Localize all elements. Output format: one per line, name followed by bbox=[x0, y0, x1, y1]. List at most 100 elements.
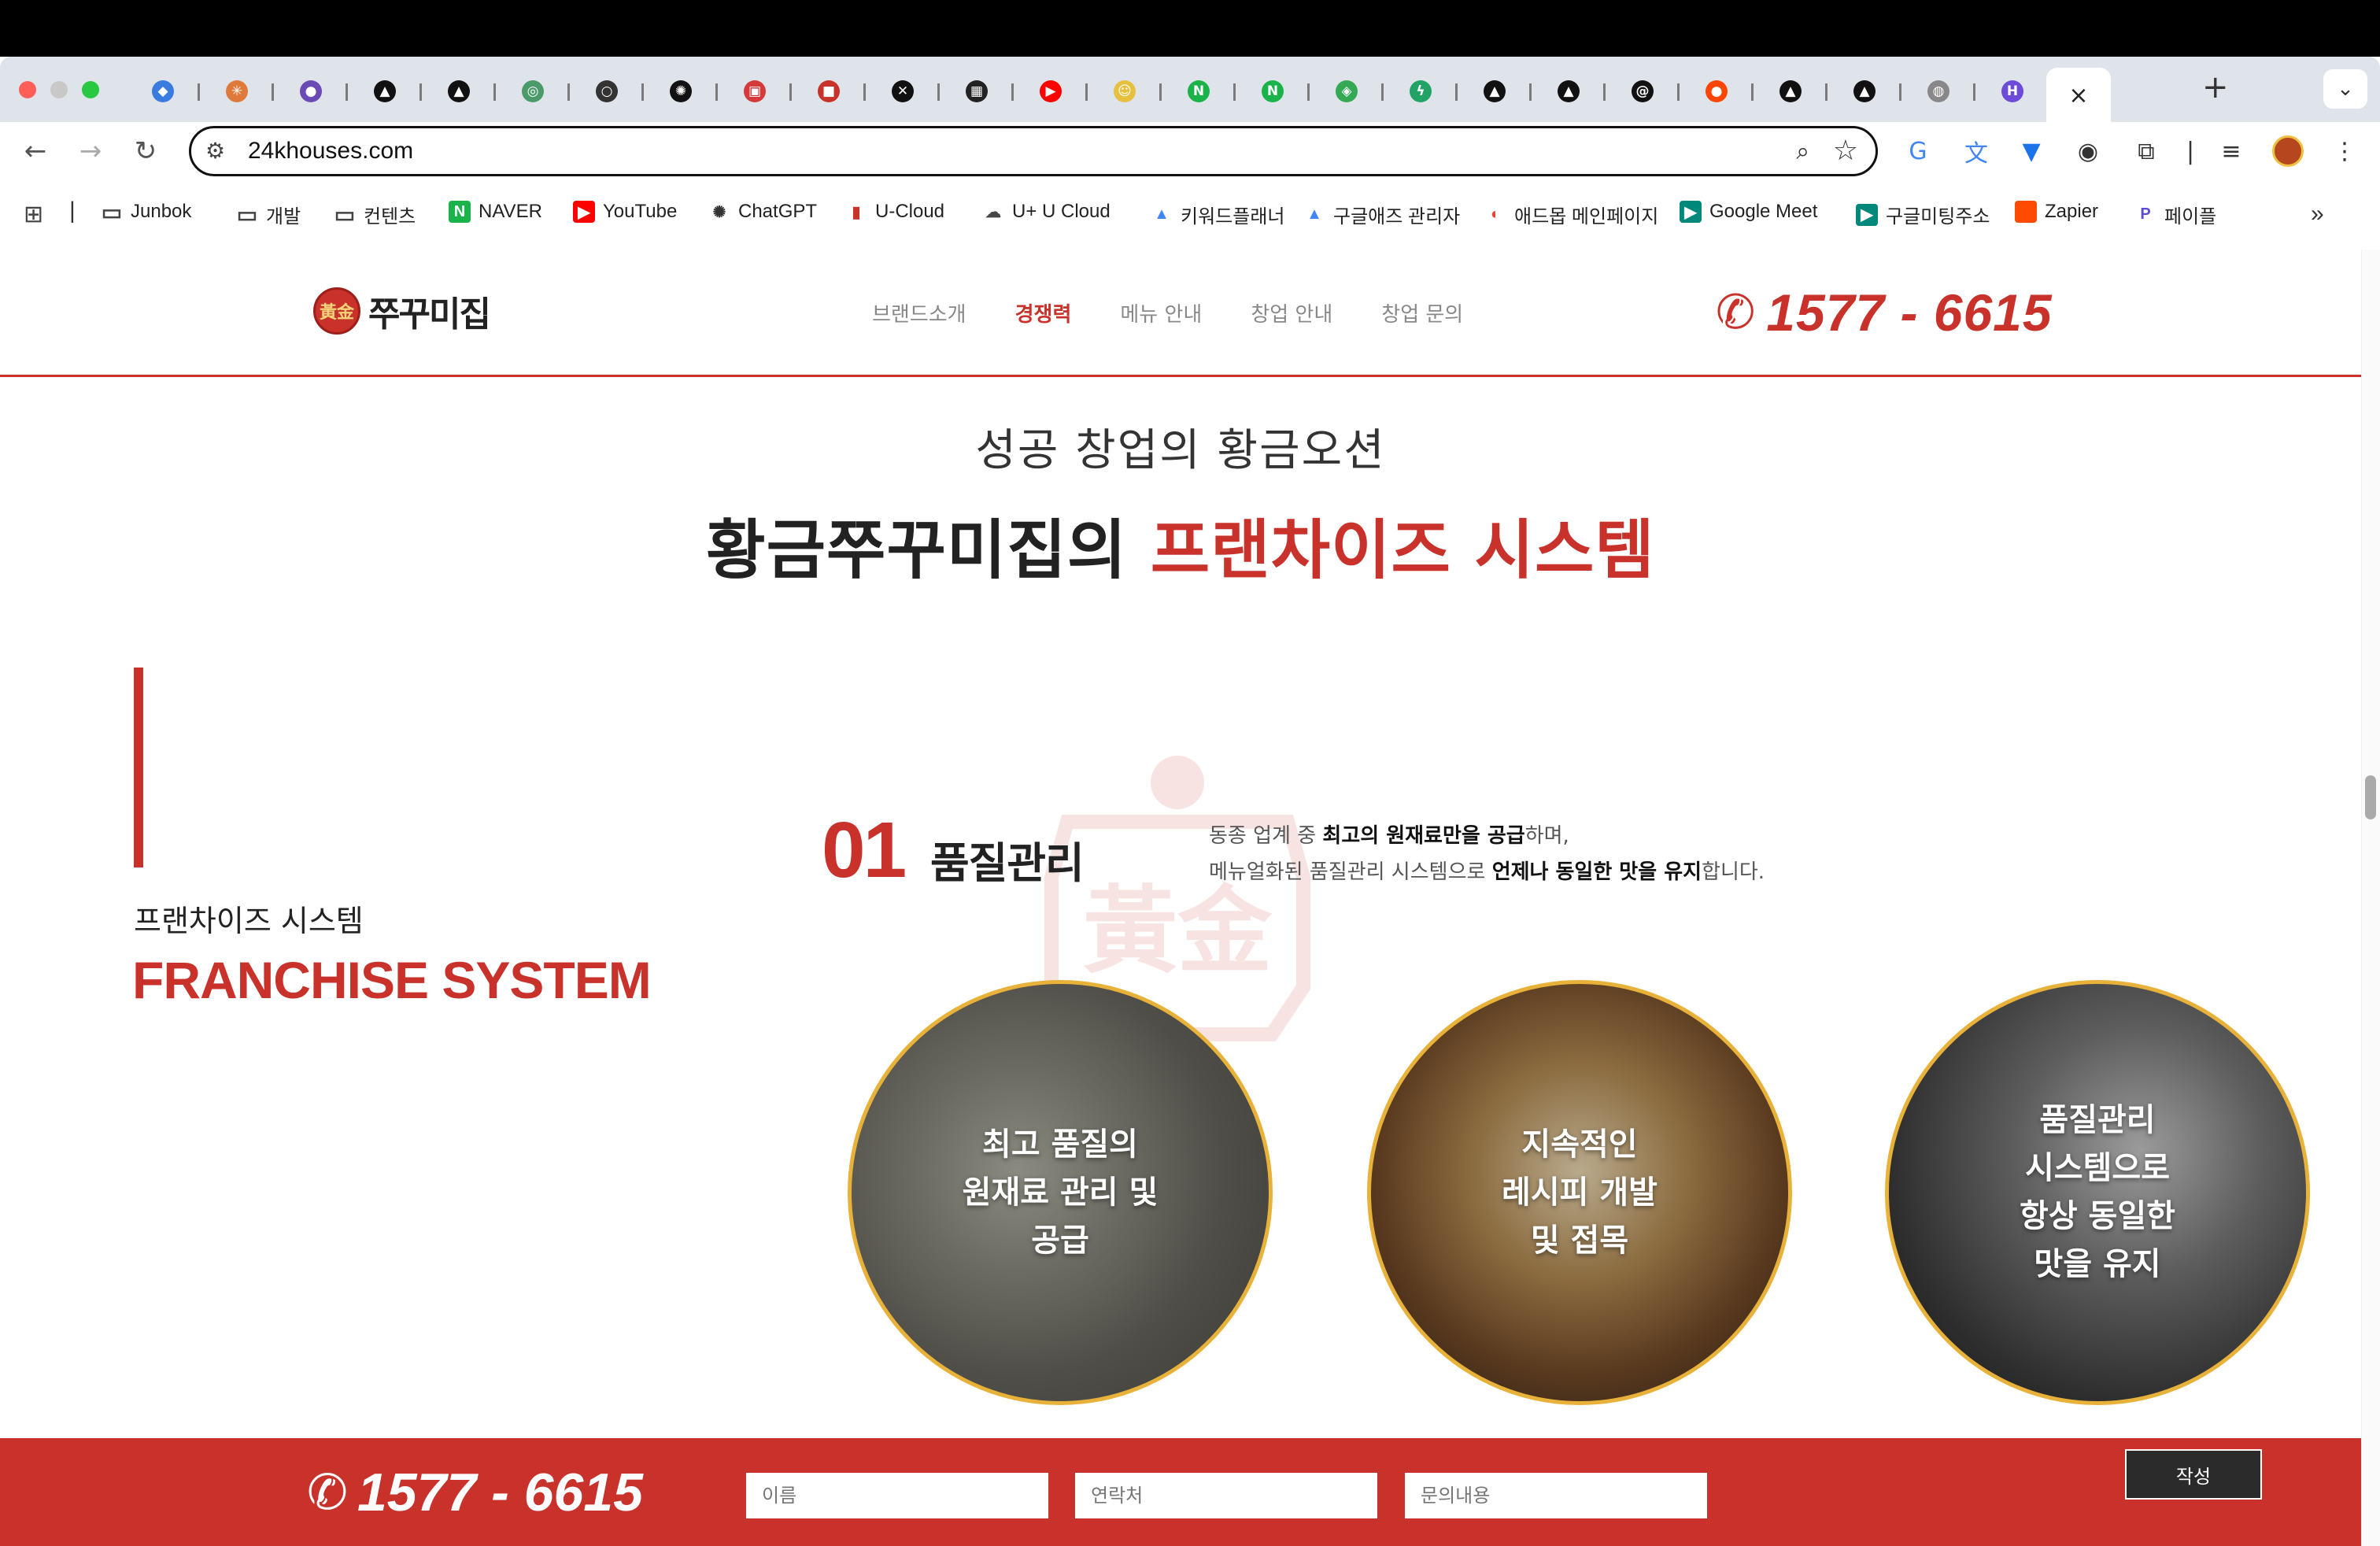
name-input[interactable] bbox=[746, 1473, 1048, 1518]
bookmark-label: 구글애즈 관리자 bbox=[1333, 206, 1461, 227]
reload-button[interactable]: ↻ bbox=[128, 133, 164, 169]
forward-button[interactable]: → bbox=[72, 133, 109, 169]
item-number: 01 bbox=[822, 806, 907, 894]
address-bar[interactable]: ⚙ 24khouses.com ⌕ ☆ bbox=[189, 126, 1878, 176]
new-tab-button[interactable]: + bbox=[2202, 69, 2229, 105]
ucloud-icon: ▮ bbox=[852, 203, 861, 221]
browser-tab[interactable]: ○ bbox=[570, 74, 644, 109]
translate-extension-icon[interactable]: G bbox=[1900, 133, 1936, 169]
zoom-icon[interactable]: ⌕ bbox=[1796, 138, 1809, 165]
maximize-window-button[interactable] bbox=[82, 81, 99, 98]
threads-icon: @ bbox=[1632, 80, 1654, 102]
site-logo[interactable]: 黃金 쭈꾸미집 bbox=[313, 286, 491, 336]
bookmark-item[interactable]: ▶ 구글미팅주소 bbox=[1856, 201, 1990, 228]
page-scrollbar[interactable] bbox=[2361, 250, 2380, 1546]
hero-title: 황금쭈꾸미집의 프랜차이즈 시스템 bbox=[0, 497, 2361, 591]
hero-title-dark: 황금쭈꾸미집의 bbox=[706, 513, 1151, 588]
browser-tab[interactable]: ▲ bbox=[1754, 74, 1828, 109]
translate-icon[interactable]: 文 bbox=[1958, 133, 1994, 169]
naver-icon: N bbox=[1262, 80, 1284, 102]
browser-chrome: ◆ ✳ ● ▲ ▲ ◎ ○ ✺ ▣ ■ ✕ ▦ ▶ ☺ N N ◈ ϟ ▲ ▲ @ ● ▲ ▲ ◍ H × + ⌄ ← → ↻ ⚙… bbox=[0, 57, 2380, 250]
nav-startup-inquiry[interactable]: 창업 문의 bbox=[1381, 298, 1463, 327]
menu-kebab-icon[interactable]: ⋮ bbox=[2326, 133, 2363, 169]
bookmark-star-icon[interactable]: ☆ bbox=[1833, 135, 1858, 167]
vue-extension-icon[interactable]: ▼ bbox=[2013, 133, 2049, 169]
openai-icon: ✺ bbox=[712, 203, 726, 221]
browser-tab[interactable]: @ bbox=[1606, 74, 1680, 109]
browser-tab[interactable]: ▲ bbox=[1458, 74, 1532, 109]
url-text[interactable]: 24khouses.com bbox=[248, 138, 413, 165]
active-tab[interactable]: × bbox=[2046, 68, 2111, 123]
extensions-puzzle-icon[interactable]: ⧉ bbox=[2128, 133, 2164, 169]
browser-tab[interactable]: ▣ bbox=[718, 74, 792, 109]
bookmark-item[interactable]: ▮ U-Cloud bbox=[845, 201, 944, 223]
back-button[interactable]: ← bbox=[17, 133, 54, 169]
bookmark-item[interactable]: ▭ 컨텐츠 bbox=[334, 201, 416, 228]
site-info-icon[interactable]: ⚙ bbox=[205, 138, 225, 164]
browser-tab[interactable]: ✳ bbox=[200, 74, 274, 109]
browser-tab[interactable]: ◎ bbox=[496, 74, 570, 109]
footer-phone[interactable]: ✆ 1577 - 6615 bbox=[307, 1462, 643, 1523]
bookmark-item[interactable]: ✱ Zapier bbox=[2015, 201, 2098, 223]
apps-grid-icon[interactable]: ⊞ bbox=[24, 201, 43, 228]
contact-input[interactable] bbox=[1075, 1473, 1377, 1518]
browser-tab[interactable]: N bbox=[1236, 74, 1310, 109]
browser-tab[interactable]: ■ bbox=[792, 74, 866, 109]
close-tab-icon[interactable]: × bbox=[2068, 82, 2088, 109]
browser-tab[interactable]: H bbox=[1975, 74, 2049, 109]
browser-tab[interactable]: ▲ bbox=[1828, 74, 1901, 109]
browser-tab[interactable]: ● bbox=[1680, 74, 1754, 109]
bookmark-label: 구글미팅주소 bbox=[1886, 206, 1990, 227]
bot-extension-icon[interactable]: ◉ bbox=[2070, 133, 2106, 169]
bookmark-item[interactable]: ▶ YouTube bbox=[573, 201, 677, 223]
nav-menu[interactable]: 메뉴 안내 bbox=[1120, 298, 1202, 327]
browser-tab[interactable]: ◍ bbox=[1901, 74, 1975, 109]
browser-tab[interactable]: ✺ bbox=[644, 74, 718, 109]
phone-icon: ✆ bbox=[1716, 285, 1756, 340]
tab-strip: ◆ ✳ ● ▲ ▲ ◎ ○ ✺ ▣ ■ ✕ ▦ ▶ ☺ N N ◈ ϟ ▲ ▲ @ ● ▲ ▲ ◍ H × + ⌄ bbox=[0, 57, 2380, 123]
browser-tab[interactable]: ϟ bbox=[1384, 74, 1458, 109]
feature-text-line: 항상 동일한 bbox=[2020, 1198, 2175, 1234]
message-input[interactable] bbox=[1405, 1473, 1707, 1518]
bookmark-item[interactable]: ▶ Google Meet bbox=[1680, 201, 1817, 223]
logo-badge: 黃金 bbox=[313, 287, 360, 335]
scrollbar-thumb[interactable] bbox=[2365, 775, 2376, 819]
browser-tab[interactable]: N bbox=[1162, 74, 1236, 109]
bookmark-item[interactable]: ☁ U+ U Cloud bbox=[982, 201, 1111, 223]
submit-button[interactable]: 작성 bbox=[2125, 1449, 2262, 1500]
tab-search-button[interactable]: ⌄ bbox=[2323, 69, 2367, 109]
bookmark-item[interactable]: N NAVER bbox=[449, 201, 542, 223]
bookmark-item[interactable]: P 페이플 bbox=[2134, 201, 2216, 228]
bookmark-item[interactable]: ▭ Junbok bbox=[101, 200, 192, 224]
browser-tab[interactable]: ● bbox=[274, 74, 348, 109]
bookmark-item[interactable]: ▲ 구글애즈 관리자 bbox=[1303, 201, 1460, 228]
nav-startup-guide[interactable]: 창업 안내 bbox=[1251, 298, 1332, 327]
bookmarks-overflow-button[interactable]: » bbox=[2311, 201, 2324, 227]
browser-tab[interactable]: ▲ bbox=[422, 74, 496, 109]
nav-brand[interactable]: 브랜드소개 bbox=[872, 298, 966, 327]
bookmark-item[interactable]: ◐ 애드몹 메인페이지 bbox=[1484, 201, 1658, 228]
spiral-icon: ◎ bbox=[522, 80, 544, 102]
header-phone[interactable]: ✆ 1577 - 6615 bbox=[1716, 283, 2053, 342]
profile-avatar[interactable] bbox=[2270, 133, 2306, 169]
browser-tab[interactable]: ◈ bbox=[1310, 74, 1384, 109]
toolbar-divider: | bbox=[2186, 137, 2195, 165]
footer-phone-number: 1577 - 6615 bbox=[357, 1463, 643, 1522]
minimize-window-button[interactable] bbox=[50, 81, 68, 98]
media-control-icon[interactable]: ≡ bbox=[2213, 133, 2249, 169]
bookmark-item[interactable]: ▭ 개발 bbox=[236, 201, 301, 228]
browser-tab[interactable]: ◆ bbox=[126, 74, 200, 109]
bookmark-label: 애드몹 메인페이지 bbox=[1514, 206, 1659, 227]
close-window-button[interactable] bbox=[19, 81, 36, 98]
browser-tab[interactable]: ▶ bbox=[1014, 74, 1088, 109]
browser-tab[interactable]: ▲ bbox=[348, 74, 422, 109]
bookmark-item[interactable]: ▲ 키워드플래너 bbox=[1151, 201, 1284, 228]
chevron-down-icon: ⌄ bbox=[2337, 77, 2354, 101]
nav-competitiveness[interactable]: 경쟁력 bbox=[1015, 298, 1072, 327]
triangle-icon: ▲ bbox=[1853, 80, 1876, 102]
browser-tab[interactable]: ✕ bbox=[866, 74, 940, 109]
browser-tab[interactable]: ▦ bbox=[940, 74, 1014, 109]
bookmark-item[interactable]: ✺ ChatGPT bbox=[708, 201, 817, 223]
browser-tab[interactable]: ☺ bbox=[1088, 74, 1162, 109]
browser-tab[interactable]: ▲ bbox=[1532, 74, 1606, 109]
